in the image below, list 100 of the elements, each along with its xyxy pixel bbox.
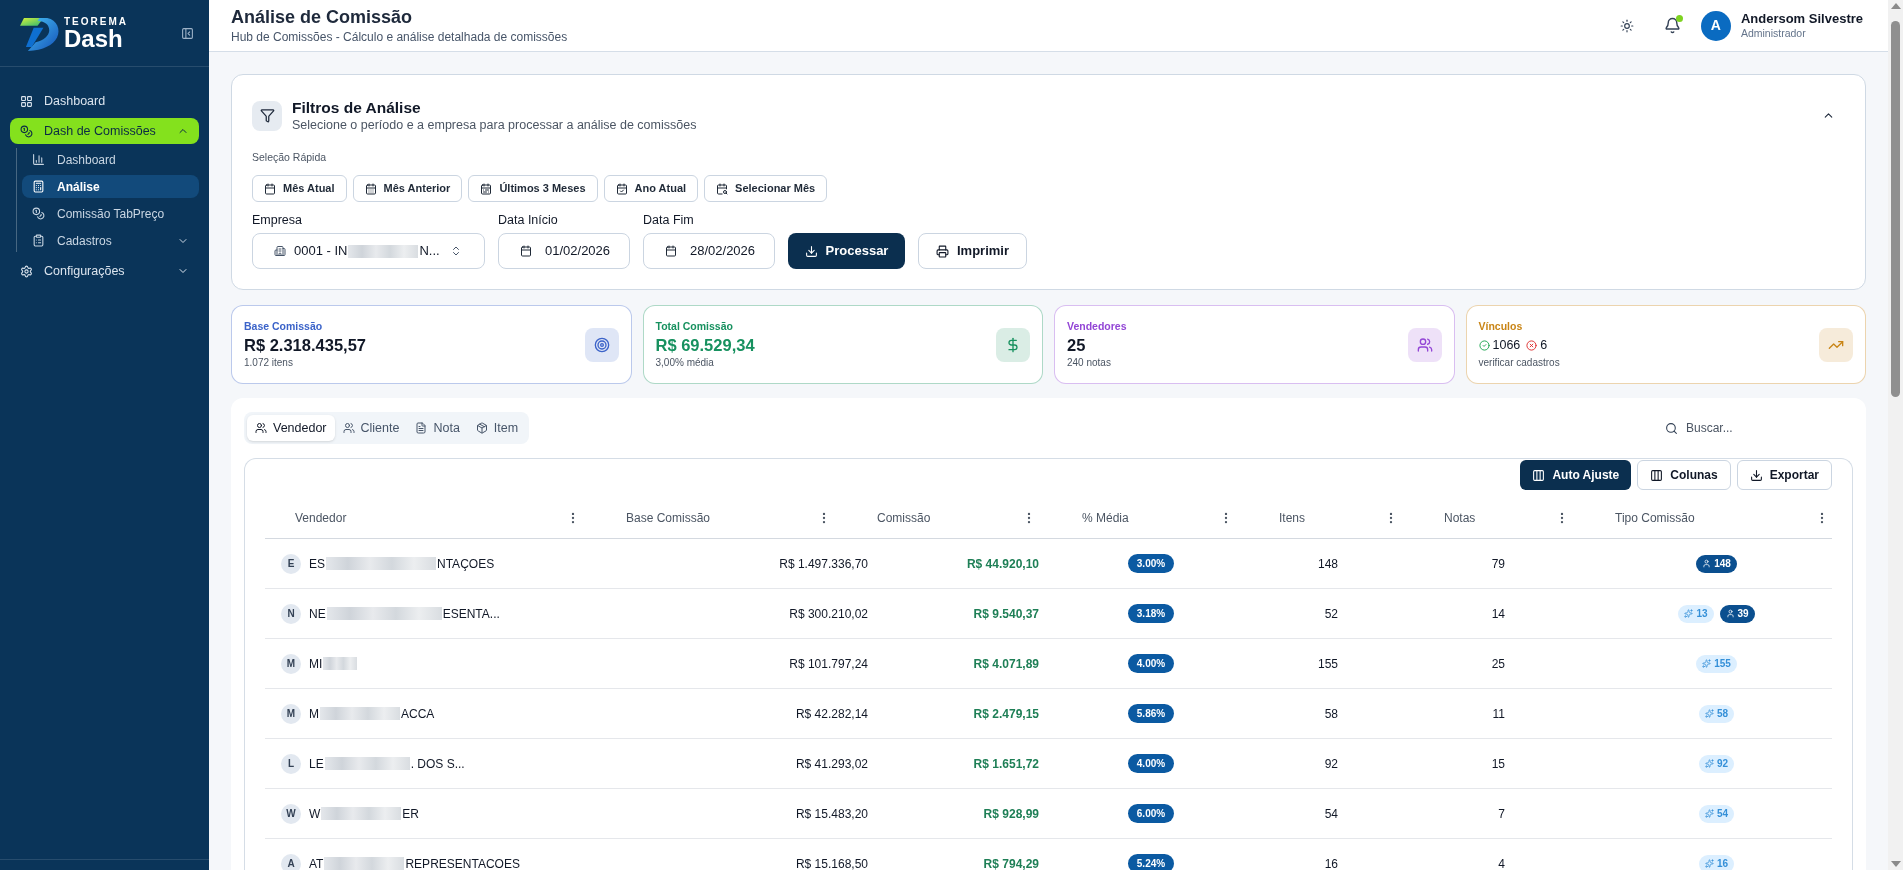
person-icon: [1702, 559, 1712, 568]
column-header: Base Comissão: [626, 509, 711, 527]
scrollbar[interactable]: [1888, 0, 1903, 870]
nav-item[interactable]: Dash de Comissões: [10, 118, 199, 144]
scrollbar-thumb[interactable]: [1891, 21, 1900, 397]
calendar-search-icon: [716, 182, 729, 195]
columns-icon: [1532, 468, 1546, 482]
nav-item[interactable]: Dashboard: [10, 88, 199, 114]
seller-name: M: [309, 705, 319, 723]
commission-amount: R$ 1.651,72: [973, 755, 1039, 773]
toolbar-button[interactable]: Exportar: [1736, 460, 1832, 490]
quick-range-button[interactable]: Ano Atual: [603, 175, 699, 202]
quick-range-button[interactable]: Últimos 3 Meses: [468, 175, 598, 202]
average-badge: 5.24%: [1127, 854, 1175, 870]
chevrons-up-down-icon: [450, 245, 462, 257]
search-field[interactable]: Buscar...: [1686, 418, 1851, 438]
commission-amount: R$ 928,99: [983, 805, 1039, 823]
avatar-initial: W: [281, 803, 301, 824]
quick-range-button[interactable]: Mês Anterior: [352, 175, 463, 202]
stat-note: verificar cadastros: [1478, 356, 1560, 369]
notes-count: 7: [1498, 805, 1505, 823]
user-avatar[interactable]: A: [1700, 10, 1731, 41]
logo-icon: [20, 15, 61, 51]
nav-item[interactable]: Dashboard: [22, 148, 199, 171]
average-badge: 5.86%: [1127, 704, 1175, 723]
date-field[interactable]: 28/02/2026: [643, 233, 775, 269]
notes-count: 79: [1491, 555, 1505, 573]
settings-icon: [20, 264, 33, 278]
calendar-days-icon: [364, 182, 377, 195]
scroll-up-icon[interactable]: [1890, 3, 1901, 9]
tab[interactable]: Item: [467, 415, 527, 441]
nav-item[interactable]: Cadastros: [22, 229, 199, 252]
bar-chart-icon: [32, 153, 45, 166]
quick-range-button[interactable]: Mês Atual: [252, 175, 347, 202]
type-badge: 148: [1696, 554, 1737, 573]
sparkle-icon: [1684, 609, 1694, 618]
column-header: % Média: [1082, 509, 1129, 527]
seller-name: REPRESENTACOES: [405, 855, 520, 870]
average-badge: 3.00%: [1127, 554, 1175, 573]
columns-icon: [1650, 468, 1664, 482]
column-header: Comissão: [877, 509, 931, 527]
seller-name: ESENTA...: [442, 605, 500, 623]
notes-count: 15: [1491, 755, 1505, 773]
scroll-down-icon[interactable]: [1890, 861, 1901, 867]
tab[interactable]: Nota: [407, 415, 468, 441]
type-badge: 16: [1698, 854, 1735, 870]
seller-name: ER: [402, 805, 419, 823]
company-select[interactable]: 0001 - IN N...: [252, 233, 485, 269]
nav-item[interactable]: Configurações: [10, 258, 199, 284]
calendar-icon: [665, 245, 677, 257]
seller-name: ES: [309, 555, 325, 573]
linked-count: 1066: [1492, 336, 1521, 354]
process-button[interactable]: Processar: [788, 233, 905, 269]
sparkle-icon: [1704, 709, 1714, 718]
calendar-icon: [520, 245, 532, 257]
file-icon: [415, 422, 428, 434]
commission-amount: R$ 2.479,15: [973, 705, 1039, 723]
sparkle-icon: [1704, 809, 1714, 818]
tab[interactable]: Vendedor: [247, 415, 335, 441]
stat-value: R$ 2.318.435,57: [244, 335, 367, 356]
commission-amount: R$ 44.920,10: [966, 555, 1039, 573]
average-badge: 4.00%: [1127, 654, 1175, 673]
sun-icon[interactable]: [1619, 18, 1634, 33]
seller-name: AT: [309, 855, 324, 870]
seller-name: NTAÇOES: [437, 555, 495, 573]
print-button[interactable]: Imprimir: [918, 233, 1027, 269]
users-icon: [1407, 327, 1442, 362]
seller-name: W: [309, 805, 321, 823]
avatar-initial: M: [281, 703, 301, 724]
toolbar-button[interactable]: Auto Ajuste: [1520, 460, 1632, 490]
items-count: 52: [1324, 605, 1338, 623]
seller-name: NE: [309, 605, 326, 623]
sparkle-icon: [1702, 659, 1712, 668]
tab[interactable]: Cliente: [334, 415, 408, 441]
seller-name: MI: [309, 655, 323, 673]
stat-value: R$ 69.529,34: [655, 335, 755, 356]
redaction-block: [348, 244, 419, 258]
user-role: Administrador: [1740, 27, 1807, 40]
type-badge: 39: [1719, 604, 1755, 623]
items-count: 148: [1317, 555, 1338, 573]
page-subtitle: Hub de Comissões - Cálculo e análise detalhada de comissões: [231, 30, 568, 45]
stat-note: 240 notas: [1067, 356, 1111, 369]
column-header: Itens: [1279, 509, 1305, 527]
nav-item[interactable]: Análise: [22, 175, 199, 198]
field-label: Data Fim: [643, 213, 694, 228]
sparkle-icon: [1704, 759, 1714, 768]
sidebar-toggle-icon[interactable]: [181, 26, 194, 40]
unlinked-count: 6: [1540, 336, 1548, 354]
stat-value: 25: [1067, 335, 1086, 356]
date-field[interactable]: 01/02/2026: [498, 233, 630, 269]
users-icon: [342, 422, 355, 434]
toolbar-button[interactable]: Colunas: [1637, 460, 1731, 490]
type-badge: 92: [1698, 754, 1735, 773]
nav-item[interactable]: Comissão TabPreço: [22, 202, 199, 225]
seller-name: ACCA: [401, 705, 435, 723]
bell-icon[interactable]: [1663, 17, 1681, 34]
quick-range-button[interactable]: Selecionar Mês: [704, 175, 828, 202]
items-count: 155: [1317, 655, 1338, 673]
printer-icon: [936, 244, 949, 258]
clipboard-icon: [32, 234, 45, 247]
